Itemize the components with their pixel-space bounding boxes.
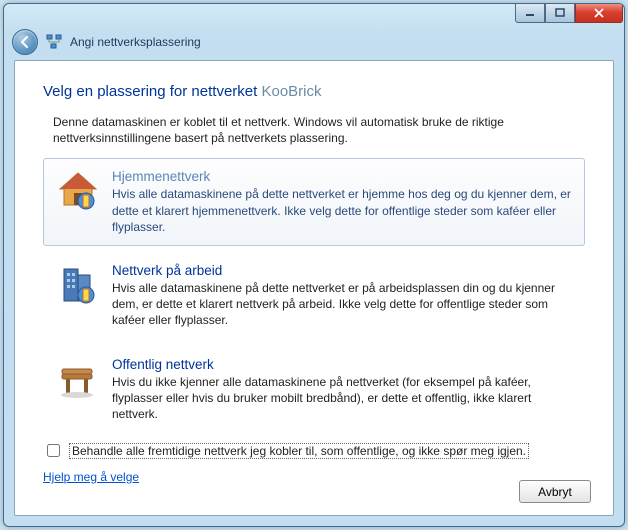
- option-public-desc: Hvis du ikke kjenner alle datamaskinene …: [112, 374, 572, 423]
- help-link[interactable]: Hjelp meg å velge: [43, 470, 139, 484]
- network-icon: [46, 34, 62, 50]
- titlebar: [4, 4, 624, 26]
- maximize-button[interactable]: [545, 4, 575, 23]
- back-button[interactable]: [12, 29, 38, 55]
- public-icon: [56, 357, 100, 401]
- option-home-desc: Hvis alle datamaskinene på dette nettver…: [112, 186, 572, 235]
- window-controls: [515, 4, 623, 23]
- minimize-button[interactable]: [515, 4, 545, 23]
- option-work-title: Nettverk på arbeid: [112, 263, 572, 278]
- window-title: Angi nettverksplassering: [70, 35, 201, 49]
- work-icon: [56, 263, 100, 307]
- dialog-window: Angi nettverksplassering Velg en plasser…: [3, 3, 625, 527]
- option-home-title: Hjemmenettverk: [112, 169, 572, 184]
- option-public-network[interactable]: Offentlig nettverk Hvis du ikke kjenner …: [43, 346, 585, 434]
- heading-prefix: Velg en plassering for nettverket: [43, 83, 261, 100]
- close-button[interactable]: [575, 4, 623, 23]
- home-icon: [56, 169, 100, 213]
- option-public-title: Offentlig nettverk: [112, 357, 572, 372]
- option-work-network[interactable]: Nettverk på arbeid Hvis alle datamaskine…: [43, 252, 585, 340]
- treat-as-public-checkbox[interactable]: [47, 444, 60, 457]
- cancel-button[interactable]: Avbryt: [519, 480, 591, 503]
- intro-text: Denne datamaskinen er koblet til et nett…: [53, 114, 563, 146]
- page-heading: Velg en plassering for nettverket KooBri…: [43, 83, 585, 100]
- option-home-network[interactable]: Hjemmenettverk Hvis alle datamaskinene p…: [43, 158, 585, 246]
- treat-as-public-label[interactable]: Behandle alle fremtidige nettverk jeg ko…: [69, 443, 529, 459]
- option-work-desc: Hvis alle datamaskinene på dette nettver…: [112, 280, 572, 329]
- nav-row: Angi nettverksplassering: [4, 26, 624, 58]
- footer: Avbryt: [519, 480, 591, 503]
- treat-as-public-row: Behandle alle fremtidige nettverk jeg ko…: [43, 441, 585, 460]
- content-pane: Velg en plassering for nettverket KooBri…: [14, 60, 614, 516]
- network-name: KooBrick: [261, 83, 321, 100]
